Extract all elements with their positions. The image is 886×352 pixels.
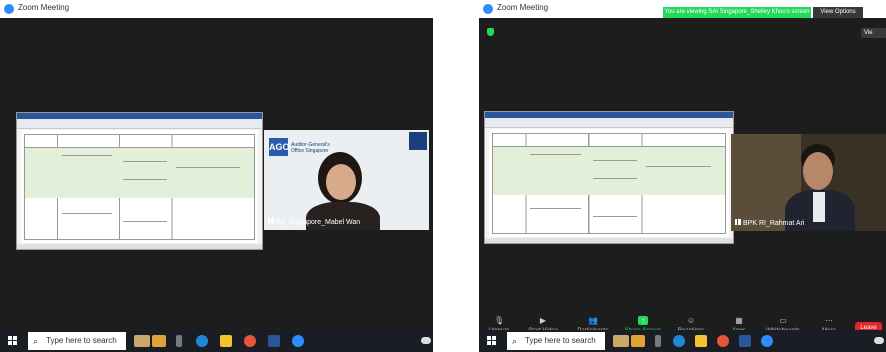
- table-header-row: [493, 134, 725, 147]
- taskbar-app-icon[interactable]: [613, 335, 629, 347]
- text-line: [123, 161, 167, 162]
- shared-document: [484, 111, 734, 244]
- chrome-icon[interactable]: [244, 335, 256, 347]
- taskbar-app-icon[interactable]: [631, 335, 645, 347]
- view-button[interactable]: Vie: [861, 28, 886, 38]
- cloud-icon: [874, 337, 884, 344]
- cloud-icon: [421, 337, 431, 344]
- windows-start-icon[interactable]: [487, 336, 496, 345]
- participant-face: [803, 152, 833, 190]
- zoom-logo-icon: [4, 4, 14, 14]
- video-tile[interactable]: AGO Auditor-General's Office Singapore E…: [264, 130, 429, 230]
- document-table: [492, 133, 726, 234]
- word-icon[interactable]: [268, 335, 280, 347]
- text-line: [61, 155, 113, 156]
- chrome-icon[interactable]: [717, 335, 729, 347]
- word-icon[interactable]: [739, 335, 751, 347]
- window-title: Zoom Meeting: [18, 3, 70, 12]
- share-screen-icon: ↑: [638, 316, 648, 325]
- text-line: [530, 154, 582, 155]
- participant-name: EA_Singapore_Mabel Wan: [268, 218, 360, 226]
- security-shield-icon[interactable]: [487, 28, 494, 36]
- more-icon: ⋯: [825, 316, 833, 325]
- taskbar-search-placeholder: Type here to search: [46, 336, 117, 345]
- zoom-logo-icon: [483, 4, 493, 14]
- text-line: [123, 179, 167, 180]
- ago-logo-corner-icon: [409, 132, 427, 150]
- participant-face: [326, 164, 356, 200]
- table-header-row: [25, 135, 254, 148]
- word-status-bar: [485, 238, 733, 243]
- zoom-app-icon[interactable]: [761, 335, 773, 347]
- search-icon: ⌕: [512, 336, 518, 346]
- text-line: [176, 167, 241, 168]
- reactions-icon: ☺: [686, 316, 696, 325]
- title-bar: Zoom Meeting: [0, 0, 433, 18]
- document-page: [489, 129, 729, 237]
- file-explorer-icon[interactable]: [220, 335, 232, 347]
- ago-org-name: Auditor-General's Office Singapore: [291, 142, 330, 154]
- left-zoom-window: Zoom Meeting AGO Auditor-General's Offic…: [0, 0, 433, 352]
- screen-share-banner: You are viewing SAI Singapore_Shelley Kh…: [663, 7, 811, 18]
- document-table: [24, 134, 255, 240]
- participant-name-text: BPK RI_Rahmat Ari: [743, 220, 805, 227]
- text-line: [61, 213, 113, 214]
- taskbar-search-box[interactable]: ⌕ Type here to search: [28, 332, 126, 350]
- ago-logo: AGO: [269, 138, 290, 156]
- participant-name: BPK RI_Rahmat Ari: [735, 219, 804, 227]
- right-zoom-window: Zoom Meeting You are viewing SAI Singapo…: [479, 0, 886, 352]
- document-page: [21, 130, 258, 243]
- task-view-icon[interactable]: [176, 335, 182, 347]
- participant-shirt: [813, 192, 825, 222]
- view-options-button[interactable]: View Options: [813, 7, 863, 18]
- word-status-bar: [17, 244, 262, 249]
- windows-taskbar: ⌕ Type here to search: [479, 330, 886, 352]
- whiteboard-icon: ▭: [779, 316, 787, 325]
- window-title: Zoom Meeting: [497, 3, 549, 12]
- windows-start-icon[interactable]: [8, 336, 17, 345]
- taskbar-app-icon[interactable]: [134, 335, 150, 347]
- table-highlight-row: [25, 148, 254, 198]
- edge-browser-icon[interactable]: [196, 335, 208, 347]
- zoom-app-icon[interactable]: [292, 335, 304, 347]
- shared-document: [16, 112, 263, 250]
- taskbar-app-icon[interactable]: [152, 335, 166, 347]
- text-line: [530, 208, 582, 209]
- file-explorer-icon[interactable]: [695, 335, 707, 347]
- taskbar-search-placeholder: Type here to search: [525, 336, 596, 345]
- video-icon: ▶: [539, 316, 547, 325]
- participant-name-text: EA_Singapore_Mabel Wan: [276, 219, 361, 226]
- text-line: [592, 178, 637, 179]
- participants-icon: 👥: [588, 316, 598, 325]
- search-icon: ⌕: [33, 336, 39, 346]
- word-ribbon: [485, 118, 733, 128]
- text-line: [123, 221, 167, 222]
- table-highlight-row: [493, 147, 725, 195]
- signal-icon: [735, 219, 741, 225]
- apps-icon: ▦: [735, 316, 743, 325]
- edge-browser-icon[interactable]: [673, 335, 685, 347]
- word-ribbon: [17, 119, 262, 129]
- microphone-icon: 🎙: [494, 316, 505, 325]
- video-tile[interactable]: BPK RI_Rahmat Ari: [731, 134, 886, 231]
- task-view-icon[interactable]: [655, 335, 661, 347]
- taskbar-search-box[interactable]: ⌕ Type here to search: [507, 332, 605, 350]
- text-line: [592, 160, 637, 161]
- text-line: [646, 166, 712, 167]
- windows-taskbar: ⌕ Type here to search: [0, 330, 433, 352]
- text-line: [592, 216, 637, 217]
- signal-icon: [268, 218, 274, 224]
